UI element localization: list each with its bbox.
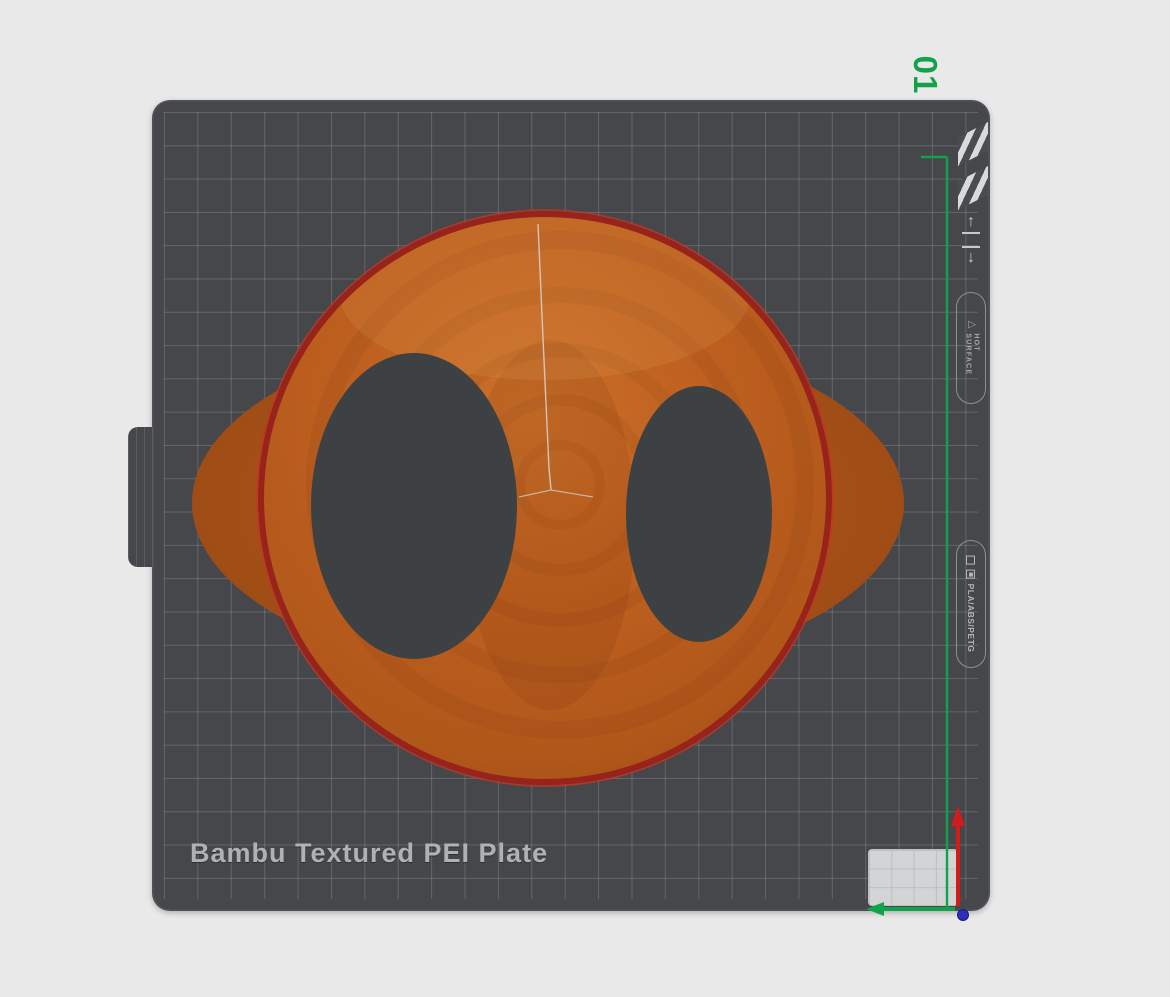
plate-handle-tab — [128, 427, 153, 567]
materials-label: PLA/ABS/PETG — [966, 584, 976, 653]
hot-surface-badge: △ HOT SURFACE — [956, 292, 986, 404]
materials-badge: PLA/ABS/PETG — [956, 540, 986, 668]
plate-lift-arrow-icon: ↑ — [962, 214, 980, 234]
hot-surface-line2: SURFACE — [963, 333, 971, 375]
hot-surface-label: HOT SURFACE — [963, 333, 980, 375]
build-plate[interactable]: Bambu Textured PEI Plate — [152, 100, 990, 911]
plate-load-arrow-icon: ↓ — [962, 246, 980, 266]
warning-triangle-icon: △ — [966, 321, 976, 329]
plate-number-label: 01 — [904, 52, 946, 98]
prime-tower-area[interactable] — [868, 849, 958, 906]
slicer-3d-viewport[interactable]: Bambu Textured PEI Plate ↑ ↓ △ HOT SURFA… — [0, 0, 1170, 997]
plate-grid — [164, 112, 978, 899]
hot-surface-line1: HOT — [971, 333, 979, 375]
plate-brand-label: Bambu Textured PEI Plate — [190, 838, 548, 869]
material-icon-filled — [967, 570, 976, 579]
material-icon-outline — [967, 556, 976, 565]
origin-dot — [958, 910, 969, 921]
